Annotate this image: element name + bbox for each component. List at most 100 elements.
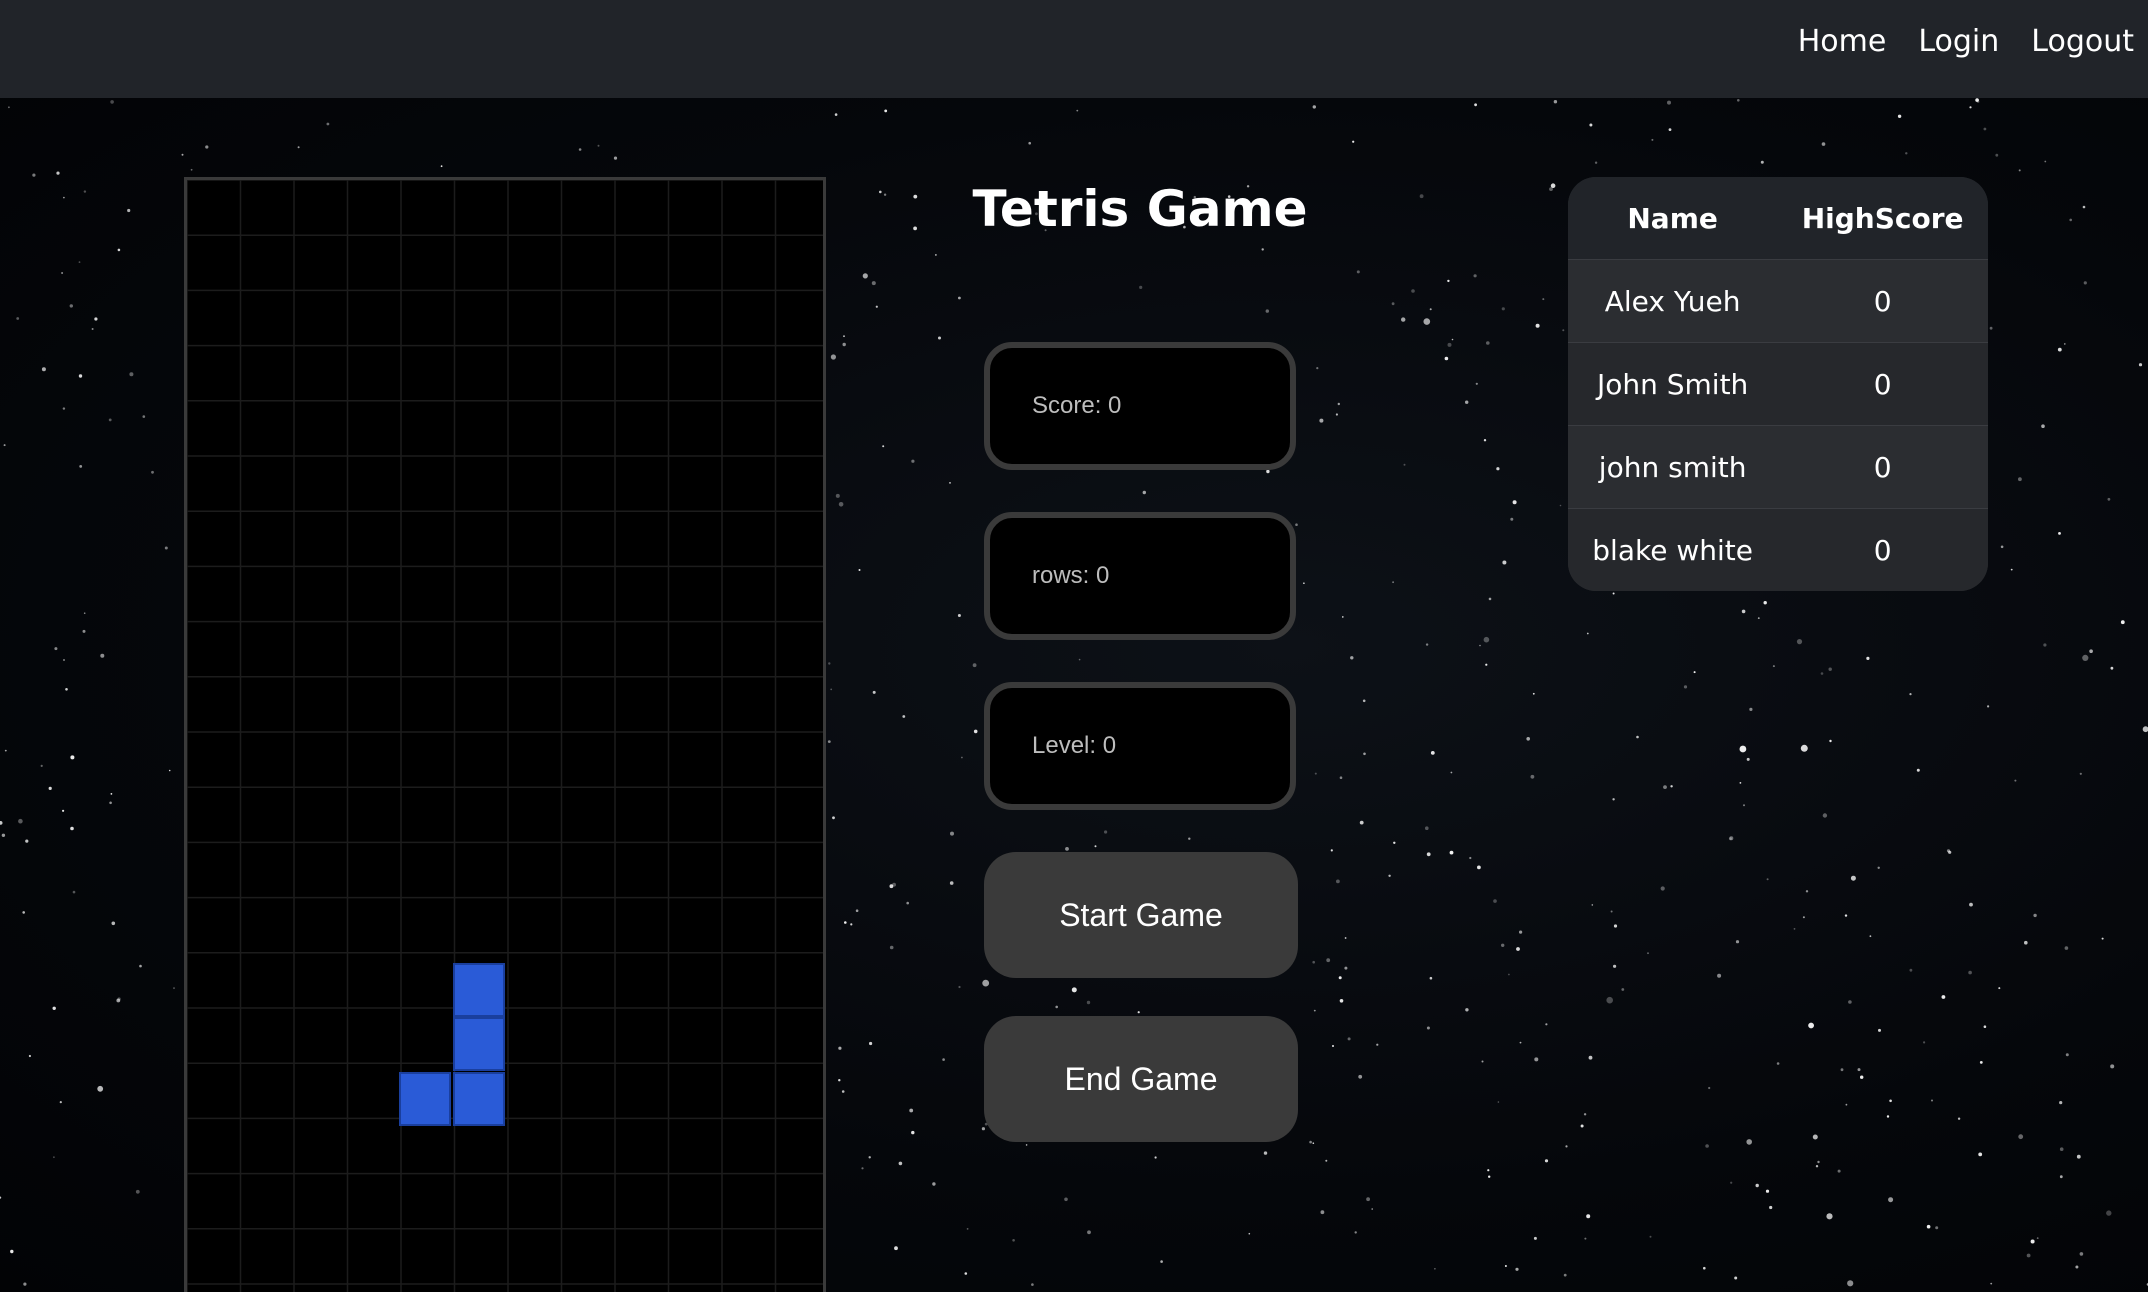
star <box>1812 1134 1818 1140</box>
star <box>0 1196 2 1199</box>
star <box>1078 658 1081 661</box>
star <box>2057 347 2062 352</box>
star <box>1137 1011 1140 1014</box>
star <box>1376 1043 1379 1046</box>
star <box>1469 856 1472 860</box>
star <box>1886 1115 1890 1118</box>
start-game-button[interactable]: Start Game <box>984 852 1298 978</box>
star <box>1553 100 1558 104</box>
star <box>1550 183 1556 188</box>
star <box>83 190 87 193</box>
star <box>1828 667 1832 671</box>
star <box>1594 161 1598 164</box>
star <box>1342 616 1344 618</box>
star <box>1916 768 1920 772</box>
star <box>1636 735 1639 739</box>
star <box>1909 968 1913 972</box>
star <box>1319 418 1324 423</box>
star <box>2075 1265 2079 1269</box>
star <box>1071 987 1077 993</box>
star <box>1705 1144 1709 1148</box>
star <box>1563 1273 1567 1277</box>
nav-home-link[interactable]: Home <box>1798 24 1887 59</box>
star <box>40 764 43 768</box>
star <box>966 1228 969 1230</box>
star <box>2058 532 2061 535</box>
star <box>942 1058 945 1061</box>
star <box>127 208 131 213</box>
star <box>32 173 36 177</box>
star <box>1606 996 1613 1004</box>
nav-links: Home Login Logout <box>1798 24 2134 59</box>
star <box>1793 928 1796 930</box>
star <box>1426 852 1431 857</box>
star <box>2041 424 2045 429</box>
star <box>838 502 844 507</box>
star <box>2106 1210 2112 1216</box>
player-name: John Smith <box>1568 342 1778 426</box>
star <box>1667 100 1671 105</box>
star <box>83 612 86 614</box>
star <box>838 1079 841 1082</box>
star <box>843 335 845 338</box>
player-score: 0 <box>1777 259 1988 343</box>
star <box>2018 169 2021 172</box>
star <box>1957 1117 1961 1120</box>
star <box>830 354 837 360</box>
star <box>1403 463 1406 466</box>
star <box>70 755 75 760</box>
star <box>2059 1101 2063 1105</box>
nav-logout-link[interactable]: Logout <box>2031 24 2134 59</box>
star <box>110 100 114 104</box>
star <box>1483 636 1490 643</box>
star <box>2036 1237 2039 1239</box>
star <box>205 145 209 149</box>
nav-login-link[interactable]: Login <box>1918 24 1999 59</box>
star <box>2107 497 2111 501</box>
star <box>844 921 847 924</box>
star <box>1847 1280 1854 1287</box>
star <box>65 688 68 691</box>
star <box>1909 693 1912 696</box>
star <box>1990 1282 1993 1285</box>
star <box>1737 99 1740 102</box>
game-board[interactable] <box>184 177 826 1292</box>
star <box>2030 1239 2035 1244</box>
page-title: Tetris Game <box>972 180 1308 238</box>
star <box>1510 517 1514 521</box>
star <box>1265 309 1270 313</box>
star <box>872 690 876 694</box>
star <box>1479 644 1481 647</box>
star <box>1055 1005 1058 1009</box>
star <box>1905 152 1908 155</box>
star <box>23 1282 27 1286</box>
star <box>972 663 977 668</box>
score-display: Score: 0 <box>984 342 1296 470</box>
star <box>2120 620 2125 625</box>
star <box>0 821 3 825</box>
star <box>1746 757 1750 761</box>
star <box>1312 960 1315 964</box>
star <box>2044 160 2047 163</box>
end-game-button[interactable]: End Game <box>984 1016 1298 1142</box>
star <box>1465 1008 1469 1012</box>
star <box>1483 439 1487 442</box>
player-score: 0 <box>1777 425 1988 509</box>
star <box>1142 490 1147 495</box>
star <box>1776 1062 1780 1065</box>
star <box>1487 1169 1490 1172</box>
star <box>1261 248 1264 251</box>
star <box>1465 400 1469 404</box>
star <box>1708 1086 1711 1090</box>
star <box>879 190 882 194</box>
star <box>911 459 915 463</box>
star <box>1248 1232 1251 1235</box>
star <box>938 336 941 340</box>
star <box>958 296 961 300</box>
star <box>1760 160 1764 164</box>
star <box>1358 1074 1363 1079</box>
star <box>1064 1197 1068 1202</box>
star <box>1501 943 1505 947</box>
star <box>1344 966 1348 970</box>
star <box>2033 913 2037 918</box>
